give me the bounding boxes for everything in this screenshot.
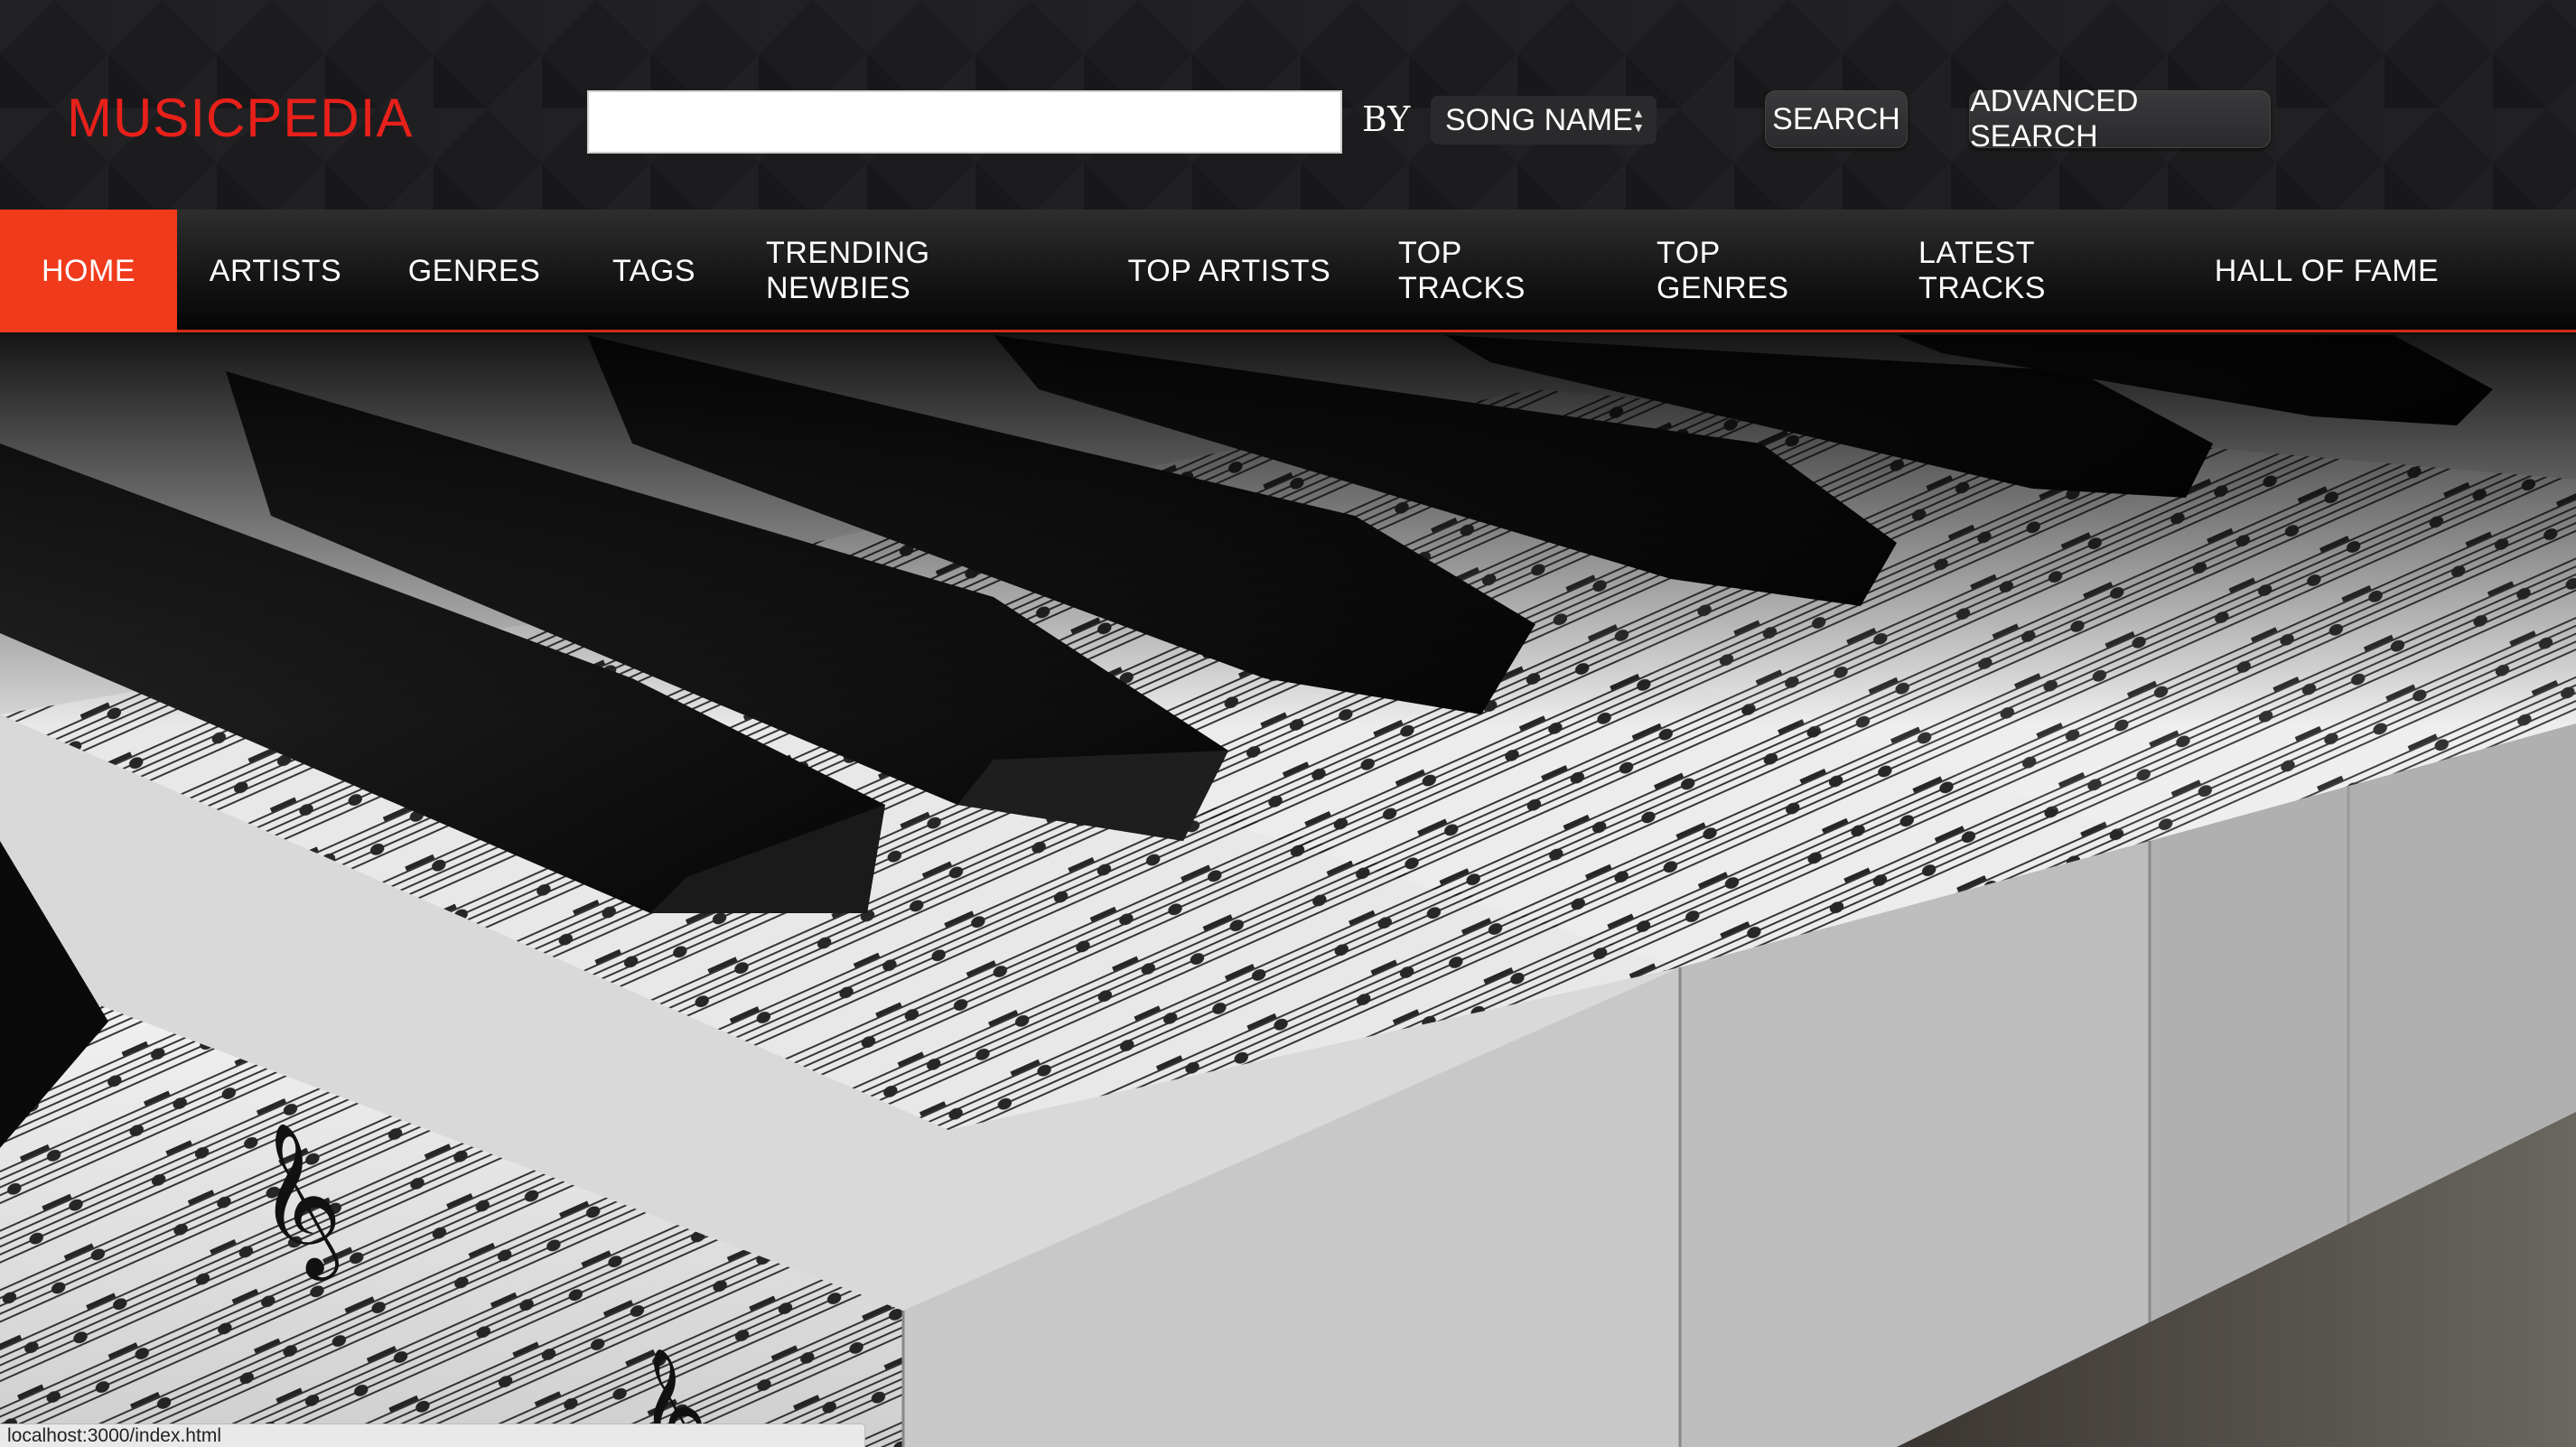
piano-sheet-music-image: 𝄞 𝄞: [0, 335, 2576, 1447]
browser-status-url: localhost:3000/index.html: [0, 1424, 865, 1447]
search-input[interactable]: [587, 90, 1342, 154]
advanced-search-button[interactable]: ADVANCED SEARCH: [1969, 84, 2271, 154]
nav-item-top-genres[interactable]: TOP GENRES: [1657, 210, 1846, 332]
nav-item-top-artists[interactable]: TOP ARTISTS: [1127, 210, 1331, 332]
nav-item-latest-tracks[interactable]: LATEST TRACKS: [1918, 210, 2141, 332]
search-by-select[interactable]: SONG NAME ▲ ▼: [1431, 96, 1657, 145]
nav-item-genres[interactable]: GENRES: [405, 210, 544, 332]
search-button[interactable]: SEARCH: [1765, 90, 1908, 148]
nav-item-hall-of-fame[interactable]: HALL OF FAME: [2209, 210, 2444, 332]
main-nav: HOME ARTISTS GENRES TAGS TRENDING NEWBIE…: [0, 210, 2576, 332]
select-arrows-icon: ▲ ▼: [1632, 106, 1645, 135]
nav-item-top-tracks[interactable]: TOP TRACKS: [1398, 210, 1582, 332]
search-by-label: BY: [1362, 99, 1412, 139]
site-header: MUSICPEDIA BY SONG NAME ▲ ▼ SEARCH ADVANC…: [0, 0, 2576, 210]
search-by-select-value: SONG NAME: [1445, 102, 1633, 137]
site-logo[interactable]: MUSICPEDIA: [67, 87, 413, 149]
nav-item-home[interactable]: HOME: [0, 210, 177, 332]
nav-item-tags[interactable]: TAGS: [596, 210, 712, 332]
hero-image: 𝄞 𝄞: [0, 335, 2576, 1447]
nav-item-artists[interactable]: ARTISTS: [201, 210, 350, 332]
nav-item-trending-newbies[interactable]: TRENDING NEWBIES: [766, 210, 1068, 332]
